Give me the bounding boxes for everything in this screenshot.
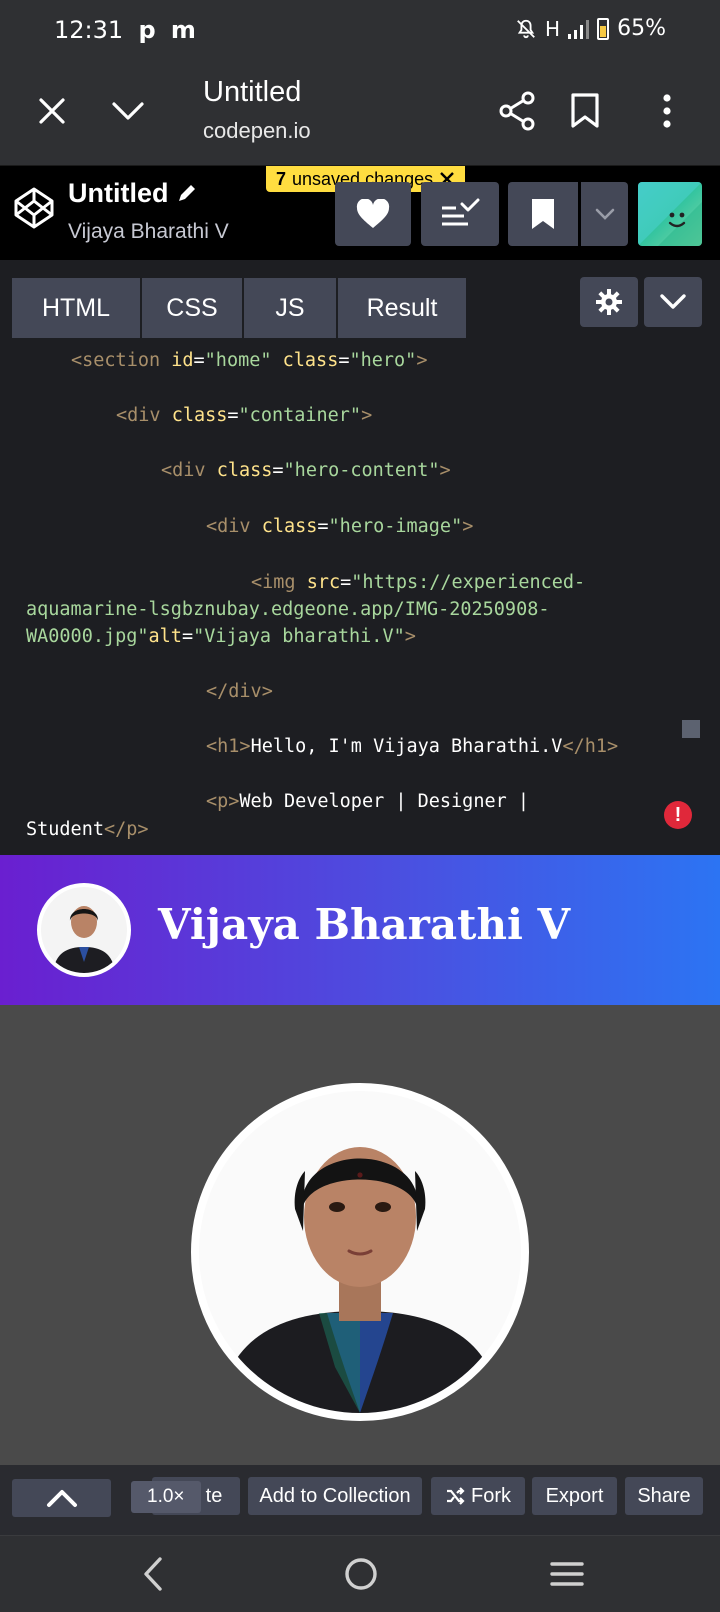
code-line: <div class="container"> [116, 405, 373, 426]
code-editor-panel: HTML CSS JS Result <section id="home" cl… [0, 260, 720, 855]
share-icon[interactable] [493, 86, 543, 136]
hero-name: Vijaya Bharathi V [158, 900, 571, 949]
network-type: H [545, 16, 561, 41]
mute-icon [517, 19, 535, 38]
zoom-level[interactable]: 1.0× [131, 1481, 201, 1513]
user-avatar[interactable] [638, 182, 702, 246]
pen-bottom-toolbar: te 1.0× Add to Collection Fork Export Sh… [0, 1465, 720, 1535]
tab-html[interactable]: HTML [12, 278, 140, 338]
battery-icon [597, 17, 610, 40]
expand-up-button[interactable] [12, 1479, 111, 1517]
code-line: <h1>Hello, I'm Vijaya Bharathi.V</h1> [206, 736, 619, 757]
bookmark-dropdown-button[interactable] [581, 182, 628, 246]
bookmark-button[interactable] [508, 182, 578, 246]
bookmark-icon[interactable] [560, 86, 610, 136]
system-navigation-bar [0, 1535, 720, 1612]
result-preview: Vijaya Bharathi V [0, 855, 720, 1465]
share-button[interactable]: Share [625, 1477, 703, 1515]
code-line: <section id="home" class="hero"> [71, 350, 428, 371]
editor-collapse-button[interactable] [644, 277, 702, 327]
sort-icon [442, 198, 480, 226]
battery-percent: 65% [617, 16, 666, 41]
status-time: 12:31 p m [54, 16, 196, 44]
fork-icon [447, 1487, 465, 1505]
bookmark-icon [532, 199, 554, 229]
hero-header: Vijaya Bharathi V [0, 855, 720, 1005]
status-icons: H 65% [515, 16, 666, 41]
scroll-indicator[interactable] [682, 720, 700, 738]
profile-photo [191, 1083, 529, 1421]
browser-page-title: Untitled [203, 76, 302, 108]
status-bar: 12:31 p m H 65% [0, 0, 720, 58]
pen-title[interactable]: Untitled [68, 178, 169, 209]
signal-icon [568, 19, 590, 39]
editor-settings-button[interactable] [580, 277, 638, 327]
tab-js[interactable]: JS [244, 278, 336, 338]
code-line: </div> [206, 681, 273, 702]
code-line: <img src="https://experienced- [251, 572, 586, 593]
fork-button[interactable]: Fork [431, 1477, 525, 1515]
chevron-down-icon[interactable] [103, 86, 153, 136]
add-to-collection-button[interactable]: Add to Collection [248, 1477, 422, 1515]
pencil-icon[interactable] [176, 182, 198, 204]
home-icon[interactable] [343, 1556, 379, 1592]
gear-icon [596, 289, 622, 315]
pen-author[interactable]: Vijaya Bharathi V [68, 220, 229, 244]
heart-icon [356, 199, 390, 228]
more-vert-icon[interactable] [642, 86, 692, 136]
browser-domain: codepen.io [203, 118, 311, 143]
heart-button[interactable] [335, 182, 411, 246]
code-line: aquamarine-lsgbznubay.edgeone.app/IMG-20… [26, 599, 550, 620]
tab-css[interactable]: CSS [142, 278, 242, 338]
code-line: Student</p> [26, 819, 149, 840]
export-button[interactable]: Export [532, 1477, 617, 1515]
chevron-down-icon [595, 208, 614, 220]
tab-result[interactable]: Result [338, 278, 466, 338]
browser-toolbar: Untitled codepen.io [0, 58, 720, 166]
code-line: <div class="hero-image"> [206, 516, 474, 537]
back-icon[interactable] [140, 1556, 166, 1592]
code-line: <div class="hero-content"> [161, 460, 451, 481]
sort-button[interactable] [421, 182, 499, 246]
code-line: WA0000.jpg"alt="Vijaya bharathi.V"> [26, 626, 416, 647]
recents-icon[interactable] [550, 1556, 584, 1592]
codepen-logo-icon[interactable] [12, 186, 56, 230]
chevron-up-icon [46, 1490, 77, 1507]
codepen-header: Untitled Vijaya Bharathi V 7 unsaved chan… [0, 166, 720, 260]
code-line: <p>Web Developer | Designer | [206, 791, 530, 812]
error-icon[interactable]: ! [664, 801, 692, 829]
profile-thumbnail [37, 883, 131, 977]
chevron-down-icon [660, 294, 686, 309]
close-icon[interactable] [27, 86, 77, 136]
editor-tabs: HTML CSS JS Result [12, 278, 466, 338]
